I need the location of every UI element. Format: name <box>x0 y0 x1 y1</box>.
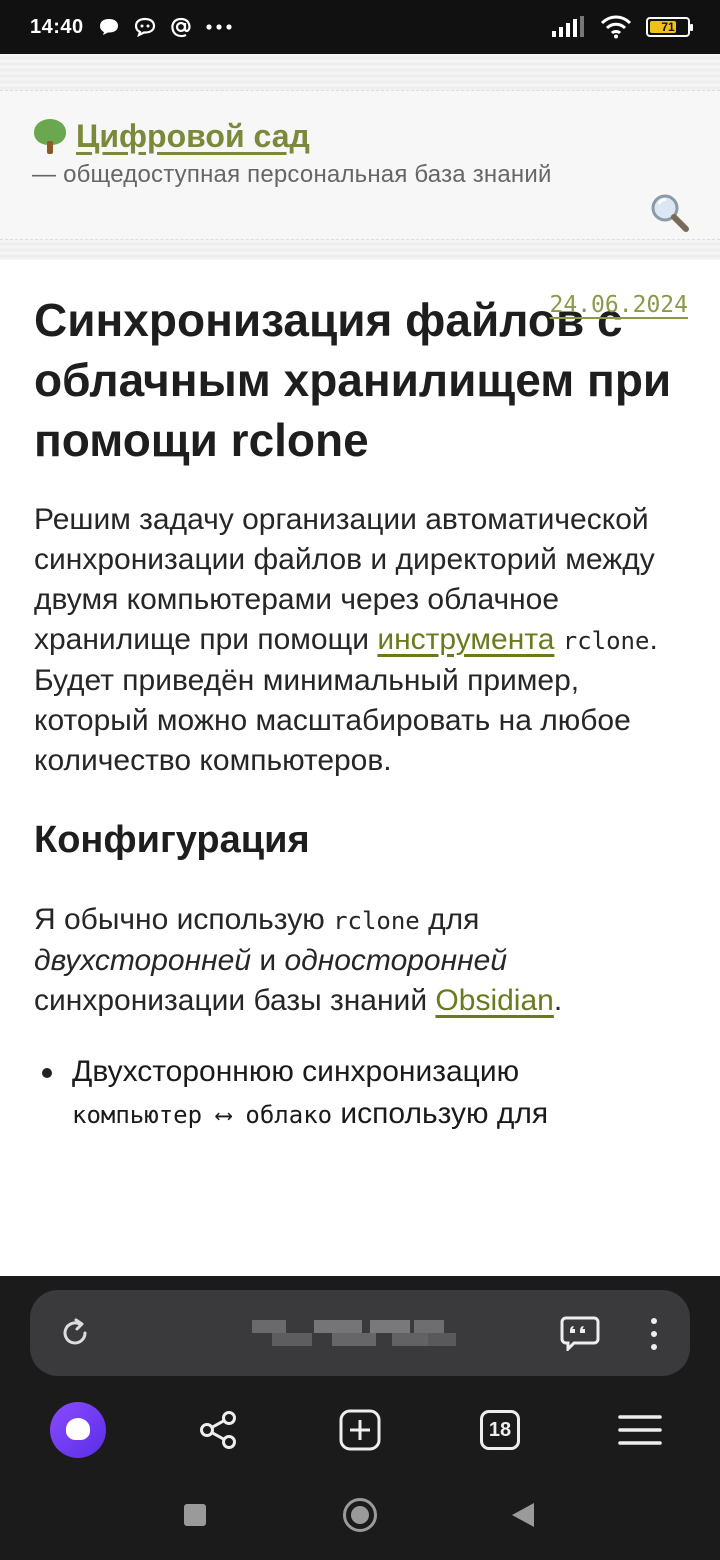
home-icon[interactable] <box>343 1498 377 1532</box>
browser-bottom-bar: 18 <box>0 1276 720 1560</box>
section-title: Конфигурация <box>34 819 310 861</box>
recent-apps-icon[interactable] <box>184 1504 206 1526</box>
system-navigation-bar <box>0 1496 720 1536</box>
share-button[interactable] <box>188 1400 248 1460</box>
config-paragraph: Я обычно использую rclone для двухсторон… <box>34 903 563 1017</box>
back-icon[interactable] <box>512 1503 534 1527</box>
url-text-blurred <box>252 1320 458 1346</box>
share-icon <box>200 1411 236 1449</box>
site-subtitle: — общедоступная персональная база знаний <box>32 161 552 188</box>
address-bar[interactable] <box>30 1290 690 1376</box>
chat-dots-icon <box>134 17 155 37</box>
inline-code-sync: компьютер ⟷ облако <box>72 1101 333 1129</box>
new-tab-button[interactable] <box>330 1400 390 1460</box>
inline-code-rclone-2: rclone <box>333 907 420 935</box>
browser-toolbar: 18 <box>0 1400 720 1462</box>
web-page[interactable]: Цифровой сад — общедоступная персональна… <box>0 54 720 1276</box>
chat-bubble-icon <box>99 19 118 35</box>
site-title-link[interactable]: Цифровой сад <box>76 118 310 155</box>
bullet-dot <box>42 1068 52 1078</box>
status-bar: 14:40 71 <box>0 0 720 54</box>
menu-button[interactable] <box>610 1400 670 1460</box>
tabs-button[interactable]: 18 <box>470 1400 530 1460</box>
battery-level: 71 <box>661 20 675 34</box>
battery-icon: 71 <box>646 17 693 37</box>
list-item: Двухстороннюю синхронизацию компьютер ⟷ о… <box>34 1051 686 1136</box>
article: 24.06.2024 Синхронизация файлов с облачн… <box>0 260 720 1276</box>
site-header: Цифровой сад — общедоступная персональна… <box>0 90 720 240</box>
alice-icon <box>50 1402 106 1458</box>
tool-link[interactable]: инструмента <box>377 623 554 656</box>
signal-icon <box>552 16 584 37</box>
article-intro: Решим задачу организации автоматической … <box>34 503 658 777</box>
quote-icon[interactable] <box>560 1315 600 1351</box>
more-notifications-icon <box>206 24 232 30</box>
tabs-icon: 18 <box>480 1410 520 1450</box>
tree-icon <box>32 117 68 155</box>
reload-icon[interactable] <box>58 1316 92 1350</box>
search-icon[interactable] <box>648 191 690 233</box>
alice-button[interactable] <box>48 1400 108 1460</box>
more-icon[interactable] <box>650 1318 658 1350</box>
menu-icon <box>618 1415 662 1445</box>
at-sign-icon <box>170 17 191 38</box>
status-time: 14:40 <box>30 15 84 38</box>
inline-code-rclone: rclone <box>562 627 650 655</box>
wifi-icon <box>600 15 632 39</box>
obsidian-link[interactable]: Obsidian <box>435 984 553 1017</box>
article-date-link[interactable]: 24.06.2024 <box>550 292 688 318</box>
new-tab-icon <box>339 1409 381 1451</box>
